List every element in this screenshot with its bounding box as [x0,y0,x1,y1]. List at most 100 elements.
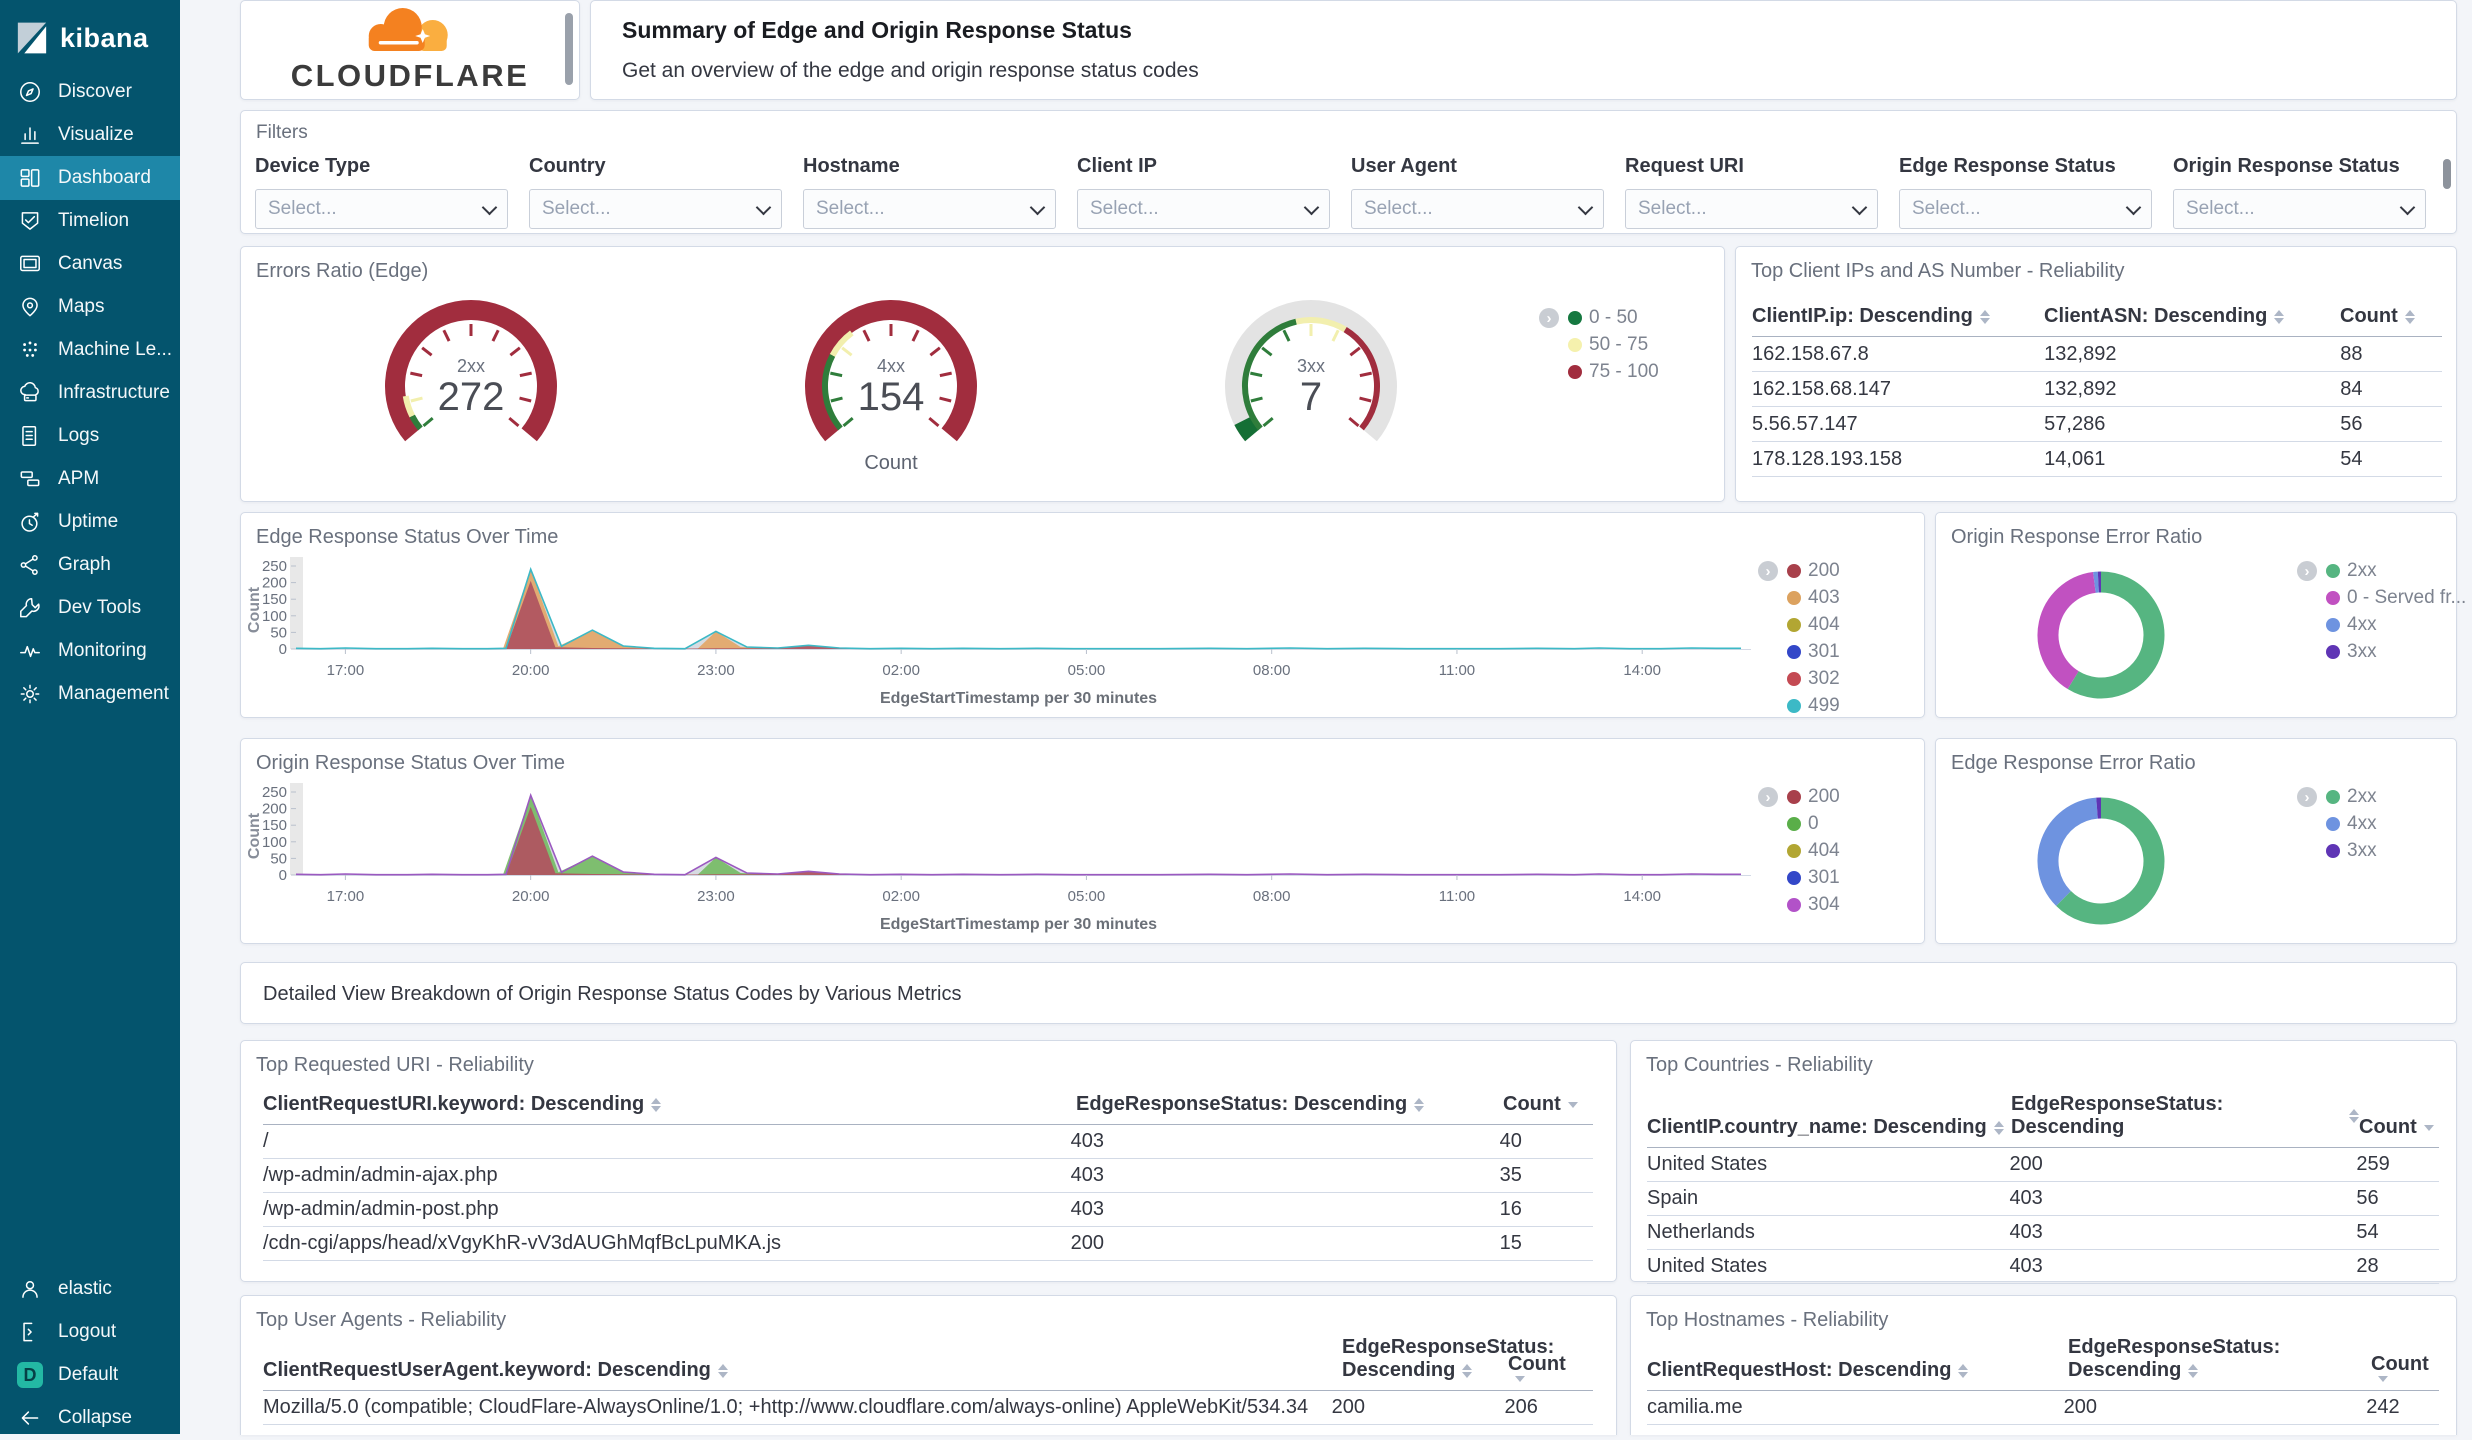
legend-item[interactable]: 404 [1787,840,1840,862]
sort-carets-icon[interactable] [651,1097,662,1112]
column-header[interactable]: ClientIP.ip: Descending [1752,305,2044,328]
legend-toggle-icon[interactable]: › [1539,308,1559,328]
legend-item[interactable]: 403 [1787,587,1840,609]
legend-item[interactable]: 404 [1787,614,1840,636]
sidebar-item-logout[interactable]: Logout [0,1310,180,1354]
column-header[interactable]: ClientRequestHost: Descending [1647,1359,2068,1382]
sidebar-item-monitoring[interactable]: Monitoring [0,629,180,673]
sort-carets-icon[interactable] [2188,1363,2199,1378]
panel-scrollbar[interactable] [2443,159,2451,189]
column-header[interactable]: ClientASN: Descending [2044,305,2340,328]
table-row[interactable]: United States 403 28 [1647,1250,2439,1284]
sidebar-item-dashboard[interactable]: Dashboard [0,156,180,200]
sort-carets-icon[interactable] [2274,309,2285,324]
legend-item[interactable]: 499 [1787,695,1840,717]
table-row[interactable]: 162.158.68.147 132,892 84 [1752,372,2442,407]
legend-toggle-icon[interactable]: › [2297,787,2317,807]
filter-select[interactable]: Select... [1351,189,1604,229]
legend-item[interactable]: › 200 [1758,786,1840,808]
sidebar-item-maps[interactable]: Maps [0,285,180,329]
filter-select[interactable]: Select... [1625,189,1878,229]
sidebar-item-apm[interactable]: APM [0,457,180,501]
sidebar-item-collapse[interactable]: Collapse [0,1396,180,1440]
panel-scrollbar[interactable] [565,13,573,85]
column-header[interactable]: Count [2359,1116,2434,1139]
filter-select[interactable]: Select... [803,189,1056,229]
sort-carets-icon[interactable] [717,1363,728,1378]
sidebar-item-discover[interactable]: Discover [0,70,180,114]
legend-item[interactable]: › 0 - 50 [1539,307,1659,329]
sort-caret-down-icon[interactable] [2378,1376,2388,1382]
column-header[interactable]: EdgeResponseStatus: Descending [1342,1336,1554,1382]
sidebar-item-uptime[interactable]: Uptime [0,500,180,544]
legend-toggle-icon[interactable]: › [2297,561,2317,581]
legend-item[interactable]: 50 - 75 [1568,334,1659,356]
legend-item[interactable]: 0 [1787,813,1840,835]
sort-carets-icon[interactable] [2404,309,2415,324]
legend-item[interactable]: 0 - Served fr... [2326,587,2466,609]
sidebar-item-visualize[interactable]: Visualize [0,113,180,157]
sidebar-item-elastic[interactable]: elastic [0,1267,180,1311]
legend-item[interactable]: 4xx [2326,813,2377,835]
kibana-logo[interactable]: kibana [0,10,180,66]
sort-carets-icon[interactable] [1462,1363,1473,1378]
table-row[interactable]: Netherlands 403 54 [1647,1216,2439,1250]
legend-toggle-icon[interactable]: › [1758,787,1778,807]
sidebar-item-infrastructure[interactable]: Infrastructure [0,371,180,415]
filter-select[interactable]: Select... [1899,189,2152,229]
legend-item[interactable]: 3xx [2326,641,2466,663]
table-row[interactable]: / 403 40 [263,1125,1593,1159]
sidebar-item-canvas[interactable]: Canvas [0,242,180,286]
legend-item[interactable]: › 200 [1758,560,1840,582]
sort-carets-icon[interactable] [1979,309,1990,324]
sidebar-item-machine-le[interactable]: Machine Le... [0,328,180,372]
column-header[interactable]: Count [1503,1093,1588,1116]
column-header[interactable]: EdgeResponseStatus: Descending [1076,1093,1503,1116]
table-row[interactable]: Mozilla/5.0 (compatible; CloudFlare-Alwa… [263,1391,1593,1425]
column-header[interactable]: ClientRequestURI.keyword: Descending [263,1093,1076,1116]
table-row[interactable]: United States 200 259 [1647,1148,2439,1182]
column-header[interactable]: Count [1508,1353,1588,1382]
legend-toggle-icon[interactable]: › [1758,561,1778,581]
sort-carets-icon[interactable] [1958,1363,1969,1378]
sidebar-item-management[interactable]: Management [0,672,180,716]
table-row[interactable]: camilia.me 200 242 [1647,1391,2439,1425]
column-header[interactable]: EdgeResponseStatus: Descending [2011,1093,2359,1139]
column-header[interactable]: ClientRequestUserAgent.keyword: Descendi… [263,1359,1342,1382]
filter-select[interactable]: Select... [1077,189,1330,229]
table-row[interactable]: 5.56.57.147 57,286 56 [1752,407,2442,442]
sort-caret-down-icon[interactable] [2423,1124,2434,1131]
sidebar-item-logs[interactable]: Logs [0,414,180,458]
column-header[interactable]: EdgeResponseStatus: Descending [2068,1336,2371,1382]
legend-item[interactable]: 4xx [2326,614,2466,636]
table-row[interactable]: Spain 403 56 [1647,1182,2439,1216]
sidebar-item-timelion[interactable]: Timelion [0,199,180,243]
filter-select[interactable]: Select... [255,189,508,229]
sort-carets-icon[interactable] [1414,1097,1425,1112]
table-row[interactable]: /wp-admin/admin-ajax.php 403 35 [263,1159,1593,1193]
legend-item[interactable]: 302 [1787,668,1840,690]
sidebar-item-graph[interactable]: Graph [0,543,180,587]
legend-item[interactable]: › 2xx [2297,560,2466,582]
legend-item[interactable]: 301 [1787,641,1840,663]
legend-item[interactable]: 301 [1787,867,1840,889]
legend-item[interactable]: 304 [1787,894,1840,916]
table-row[interactable]: /cdn-cgi/apps/head/xVgyKhR-vV3dAUGhMqfBc… [263,1227,1593,1261]
sort-caret-down-icon[interactable] [1567,1101,1578,1108]
legend-item[interactable]: 3xx [2326,840,2377,862]
table-row[interactable]: 162.158.67.8 132,892 88 [1752,337,2442,372]
filter-select[interactable]: Select... [529,189,782,229]
table-row[interactable]: 178.128.193.158 14,061 54 [1752,442,2442,477]
column-header[interactable]: ClientIP.country_name: Descending [1647,1116,2011,1139]
sidebar-item-default[interactable]: D Default [0,1353,180,1397]
sort-carets-icon[interactable] [1993,1120,2004,1135]
table-row[interactable]: /wp-admin/admin-post.php 403 16 [263,1193,1593,1227]
legend-item[interactable]: › 2xx [2297,786,2377,808]
filter-select[interactable]: Select... [2173,189,2426,229]
sort-carets-icon[interactable] [2349,1109,2359,1123]
legend-item[interactable]: 75 - 100 [1568,361,1659,383]
column-header[interactable]: Count [2340,305,2435,328]
sidebar-item-dev-tools[interactable]: Dev Tools [0,586,180,630]
sort-caret-down-icon[interactable] [1515,1376,1525,1382]
column-header[interactable]: Count [2371,1353,2436,1382]
